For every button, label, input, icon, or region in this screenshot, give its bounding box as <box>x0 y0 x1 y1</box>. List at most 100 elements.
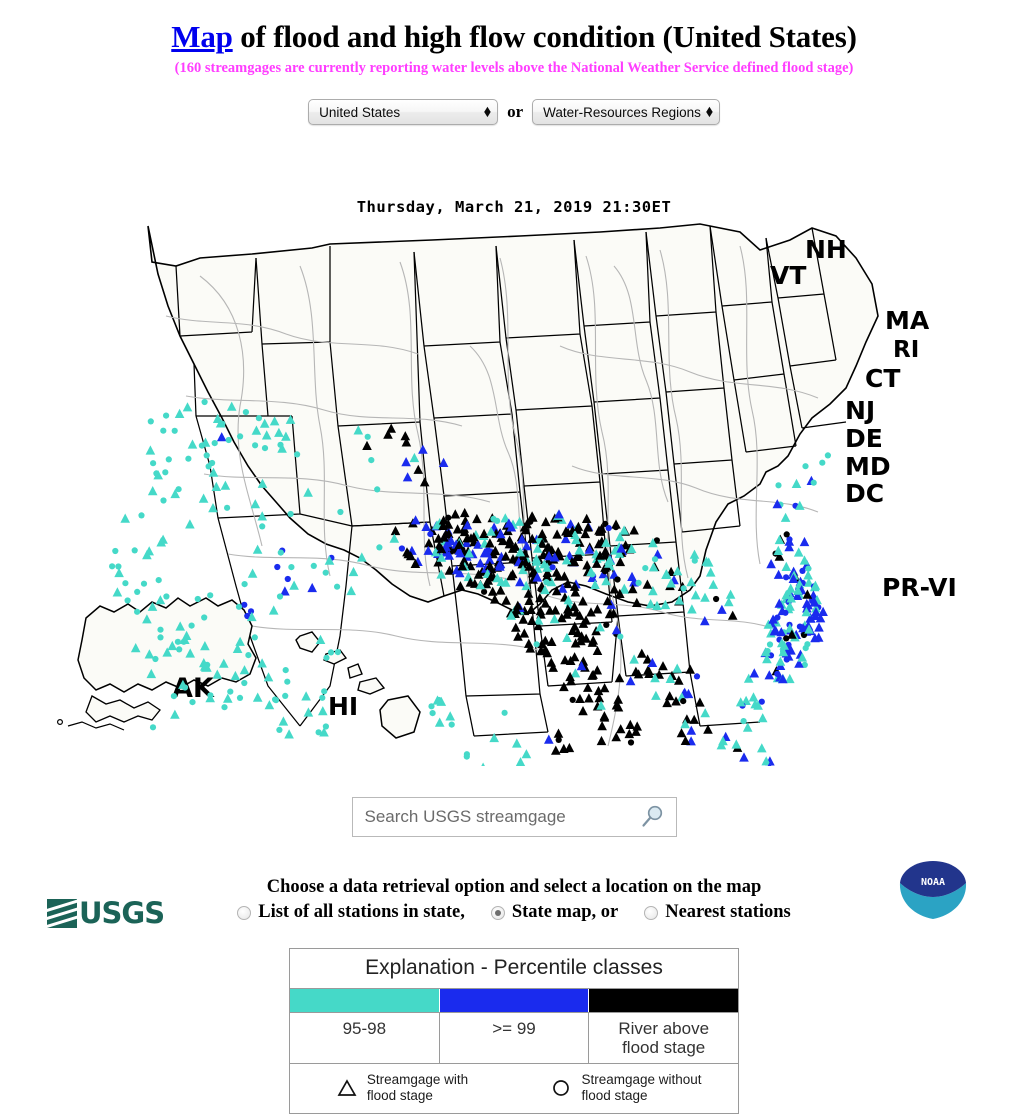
streamgage-marker[interactable] <box>152 655 159 663</box>
streamgage-marker[interactable] <box>346 585 356 596</box>
streamgage-marker[interactable] <box>601 568 609 575</box>
streamgage-marker[interactable] <box>805 565 812 572</box>
streamgage-marker[interactable] <box>174 408 185 418</box>
streamgage-marker[interactable] <box>664 691 675 701</box>
streamgage-marker[interactable] <box>252 692 263 702</box>
streamgage-marker[interactable] <box>236 694 244 702</box>
page-title-link[interactable]: Map <box>171 19 233 54</box>
streamgage-marker[interactable] <box>205 463 212 470</box>
streamgage-marker[interactable] <box>739 752 749 762</box>
streamgage-marker[interactable] <box>174 638 181 645</box>
streamgage-marker[interactable] <box>182 402 193 412</box>
streamgage-marker[interactable] <box>252 442 259 449</box>
streamgage-marker[interactable] <box>543 579 550 586</box>
streamgage-marker[interactable] <box>163 412 170 419</box>
streamgage-marker[interactable] <box>227 688 234 695</box>
streamgage-marker[interactable] <box>680 585 687 592</box>
streamgage-marker[interactable] <box>625 719 636 729</box>
streamgage-marker[interactable] <box>147 418 154 425</box>
streamgage-marker[interactable] <box>294 451 301 458</box>
radio-indicator[interactable] <box>644 905 659 920</box>
streamgage-marker[interactable] <box>810 479 817 486</box>
streamgage-marker[interactable] <box>819 459 826 466</box>
streamgage-marker[interactable] <box>651 690 661 700</box>
streamgage-marker[interactable] <box>651 556 659 563</box>
streamgage-marker[interactable] <box>131 547 138 554</box>
streamgage-marker[interactable] <box>708 579 719 589</box>
streamgage-marker[interactable] <box>158 534 168 544</box>
streamgage-marker[interactable] <box>374 486 381 493</box>
streamgage-marker[interactable] <box>203 452 210 459</box>
streamgage-marker[interactable] <box>319 694 326 701</box>
streamgage-marker[interactable] <box>546 657 557 667</box>
streamgage-marker[interactable] <box>216 432 227 442</box>
streamgage-marker[interactable] <box>680 698 687 705</box>
streamgage-marker[interactable] <box>301 691 311 701</box>
streamgage-marker[interactable] <box>603 621 610 628</box>
streamgage-marker[interactable] <box>613 694 623 704</box>
streamgage-marker[interactable] <box>163 593 170 600</box>
streamgage-marker[interactable] <box>501 709 508 716</box>
streamgage-marker[interactable] <box>569 696 576 704</box>
streamgage-marker[interactable] <box>237 433 244 440</box>
streamgage-marker[interactable] <box>635 579 642 586</box>
streamgage-marker[interactable] <box>150 460 157 467</box>
streamgage-marker[interactable] <box>781 561 792 571</box>
streamgage-marker[interactable] <box>463 753 470 760</box>
streamgage-marker[interactable] <box>180 638 187 645</box>
streamgage-marker[interactable] <box>773 569 784 579</box>
streamgage-marker[interactable] <box>445 711 455 721</box>
streamgage-marker[interactable] <box>521 749 532 759</box>
streamgage-marker[interactable] <box>596 735 607 746</box>
streamgage-marker[interactable] <box>569 652 580 662</box>
streamgage-marker[interactable] <box>429 710 436 717</box>
streamgage-marker[interactable] <box>223 693 233 703</box>
streamgage-marker[interactable] <box>272 696 279 703</box>
streamgage-marker[interactable] <box>207 592 214 599</box>
streamgage-marker[interactable] <box>605 525 612 532</box>
scope-select[interactable]: United States ▲ ▼ <box>308 99 499 126</box>
streamgage-marker[interactable] <box>122 580 129 587</box>
search-input[interactable] <box>362 806 640 828</box>
streamgage-marker[interactable] <box>804 641 811 648</box>
streamgage-marker[interactable] <box>318 706 328 716</box>
streamgage-marker[interactable] <box>700 592 710 602</box>
streamgage-marker[interactable] <box>241 679 248 687</box>
streamgage-marker[interactable] <box>494 517 501 524</box>
streamgage-marker[interactable] <box>160 497 167 504</box>
streamgage-marker[interactable] <box>287 510 294 518</box>
streamgage-marker[interactable] <box>188 622 195 629</box>
streamgage-marker[interactable] <box>288 564 295 571</box>
streamgage-marker[interactable] <box>284 678 291 685</box>
streamgage-marker[interactable] <box>144 546 154 556</box>
streamgage-marker[interactable] <box>553 728 564 738</box>
streamgage-marker[interactable] <box>799 536 810 547</box>
streamgage-marker[interactable] <box>700 616 710 626</box>
streamgage-marker[interactable] <box>595 622 605 632</box>
streamgage-marker[interactable] <box>783 531 790 538</box>
streamgage-marker[interactable] <box>241 601 248 608</box>
streamgage-marker[interactable] <box>773 545 784 555</box>
streamgage-marker[interactable] <box>149 724 157 731</box>
streamgage-marker[interactable] <box>597 721 607 731</box>
streamgage-marker[interactable] <box>221 704 228 711</box>
radio-option-list-of-all-stations[interactable]: List of all stations in state, <box>237 902 465 923</box>
streamgage-marker[interactable] <box>814 622 824 632</box>
streamgage-marker[interactable] <box>427 531 434 538</box>
streamgage-marker[interactable] <box>327 649 335 656</box>
streamgage-marker[interactable] <box>448 721 455 728</box>
streamgage-marker[interactable] <box>124 597 131 604</box>
streamgage-marker[interactable] <box>615 724 626 734</box>
streamgage-marker[interactable] <box>315 729 322 736</box>
streamgage-marker[interactable] <box>783 574 790 581</box>
streamgage-marker[interactable] <box>276 726 283 734</box>
streamgage-marker[interactable] <box>334 583 341 590</box>
streamgage-marker[interactable] <box>705 567 716 577</box>
streamgage-marker[interactable] <box>115 563 122 570</box>
streamgage-marker[interactable] <box>157 626 164 633</box>
streamgage-marker[interactable] <box>518 614 529 624</box>
streamgage-marker[interactable] <box>629 654 639 664</box>
streamgage-marker[interactable] <box>783 656 790 663</box>
streamgage-marker[interactable] <box>134 588 141 595</box>
streamgage-marker[interactable] <box>519 628 530 638</box>
